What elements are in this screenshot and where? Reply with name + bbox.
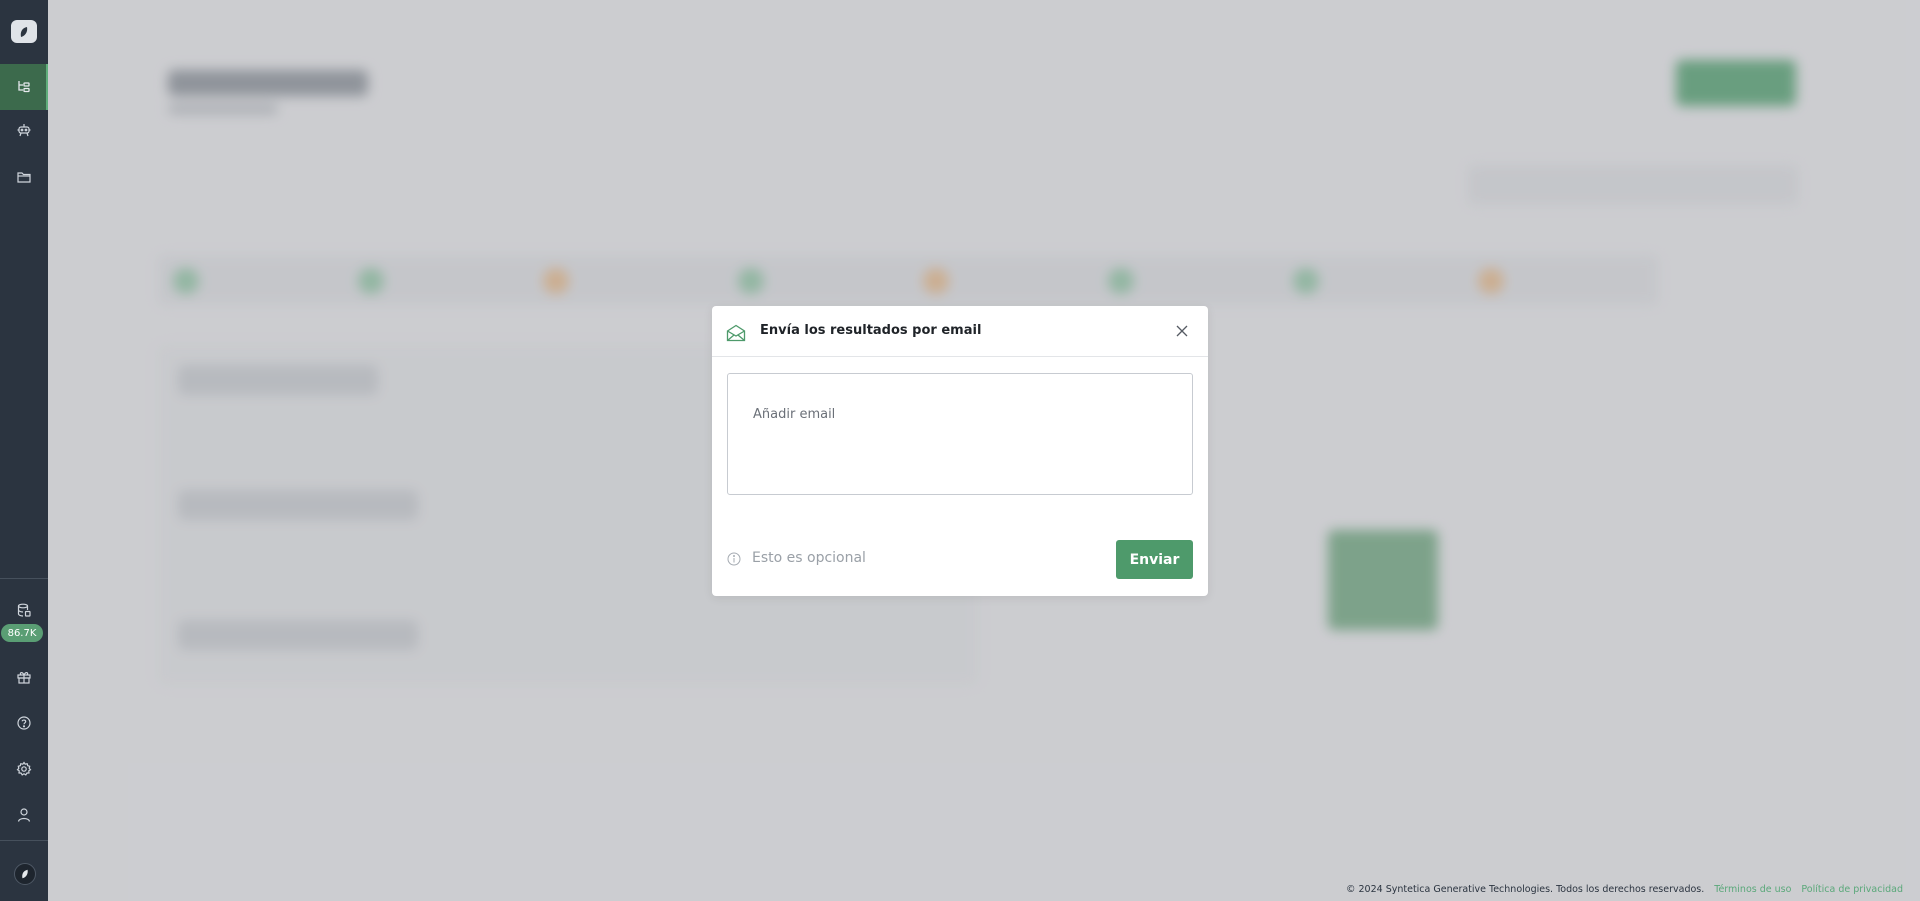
send-button[interactable]: Enviar	[1116, 540, 1193, 579]
footer: © 2024 Syntetica Generative Technologies…	[1346, 884, 1903, 895]
avatar[interactable]	[14, 863, 36, 885]
sidebar-item-agents[interactable]	[0, 108, 48, 152]
footer-copyright: © 2024 Syntetica Generative Technologies…	[1345, 884, 1705, 895]
close-icon[interactable]	[1175, 324, 1189, 338]
info-icon	[727, 552, 741, 566]
sidebar-item-profile[interactable]	[0, 793, 48, 837]
sidebar-item-rewards[interactable]	[0, 655, 48, 699]
sidebar-item-workflows[interactable]	[0, 64, 48, 110]
app-logo[interactable]	[11, 20, 37, 43]
leaf-logo-icon	[22, 869, 28, 879]
email-field-box[interactable]	[727, 373, 1193, 495]
sidebar: 86.7K	[0, 0, 48, 901]
gear-icon	[16, 761, 32, 776]
email-results-modal: Envía los resultados por email Esto es o…	[712, 306, 1208, 596]
sidebar-divider	[0, 840, 48, 841]
sidebar-item-files[interactable]	[0, 155, 48, 199]
optional-note: Esto es opcional	[752, 550, 866, 566]
modal-header: Envía los resultados por email	[712, 306, 1208, 357]
email-input[interactable]	[753, 404, 1173, 424]
sidebar-item-settings[interactable]	[0, 747, 48, 791]
terms-link[interactable]: Términos de uso	[1714, 884, 1791, 895]
user-icon	[17, 808, 31, 822]
envelope-open-icon	[726, 324, 746, 342]
privacy-link[interactable]: Política de privacidad	[1801, 884, 1903, 895]
workflow-icon	[18, 81, 30, 93]
credits-badge: 86.7K	[1, 624, 43, 642]
leaf-logo-icon	[20, 26, 28, 37]
robot-icon	[17, 124, 31, 137]
database-icon	[17, 603, 31, 617]
sidebar-divider	[0, 578, 48, 579]
help-icon	[17, 716, 31, 730]
folder-icon	[17, 172, 31, 183]
sidebar-item-help[interactable]	[0, 701, 48, 745]
modal-title: Envía los resultados por email	[760, 323, 982, 338]
gift-icon	[17, 672, 31, 684]
